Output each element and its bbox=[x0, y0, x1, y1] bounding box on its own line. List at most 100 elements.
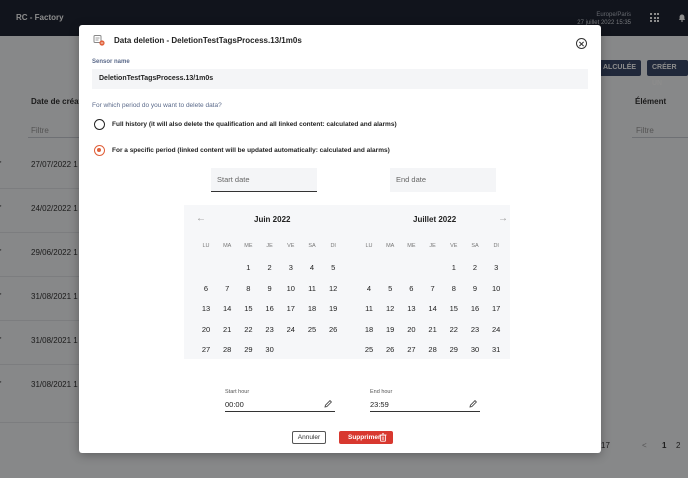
pencil-icon[interactable] bbox=[468, 399, 478, 409]
date-range-calendar: ← → Juin 2022 Juillet 2022 LU MA ME JE VE SA D… bbox=[184, 205, 510, 359]
weekday-label: MA bbox=[386, 243, 395, 249]
calendar-day[interactable]: 8 bbox=[446, 284, 462, 293]
calendar-day[interactable]: 14 bbox=[425, 304, 441, 313]
calendar-day[interactable]: 28 bbox=[425, 345, 441, 354]
end-hour-label: End hour bbox=[370, 389, 393, 395]
calendar-day[interactable]: 21 bbox=[219, 325, 235, 334]
calendar-day[interactable]: 16 bbox=[262, 304, 278, 313]
radio-full-history[interactable] bbox=[94, 119, 105, 130]
calendar-day[interactable]: 12 bbox=[382, 304, 398, 313]
calendar-day[interactable]: 9 bbox=[262, 284, 278, 293]
calendar-day[interactable]: 10 bbox=[283, 284, 299, 293]
calendar-day[interactable]: 22 bbox=[446, 325, 462, 334]
weekday-label: ME bbox=[244, 243, 253, 249]
calendar-day[interactable]: 1 bbox=[446, 263, 462, 272]
calendar-day[interactable]: 11 bbox=[304, 284, 320, 293]
calendar-day[interactable]: 5 bbox=[325, 263, 341, 272]
calendar-day[interactable]: 2 bbox=[467, 263, 483, 272]
calendar-day[interactable]: 13 bbox=[403, 304, 419, 313]
calendar-day[interactable]: 5 bbox=[382, 284, 398, 293]
weekday-label: MA bbox=[223, 243, 232, 249]
weekday-label: DI bbox=[493, 243, 499, 249]
calendar-day[interactable]: 7 bbox=[425, 284, 441, 293]
prev-month-arrow-icon[interactable]: ← bbox=[196, 213, 206, 224]
weekday-label: JE bbox=[266, 243, 273, 249]
calendar-day[interactable]: 21 bbox=[425, 325, 441, 334]
calendar-day[interactable]: 12 bbox=[325, 284, 341, 293]
calendar-day[interactable]: 15 bbox=[240, 304, 256, 313]
calendar-day[interactable]: 4 bbox=[304, 263, 320, 272]
calendar-day[interactable]: 28 bbox=[219, 345, 235, 354]
calendar-day[interactable]: 3 bbox=[283, 263, 299, 272]
calendar-day[interactable]: 25 bbox=[361, 345, 377, 354]
end-hour-field[interactable]: 23:59 bbox=[370, 398, 480, 412]
calendar-day[interactable]: 16 bbox=[467, 304, 483, 313]
data-deletion-dialog: Data deletion - DeletionTestTagsProcess.… bbox=[79, 25, 601, 453]
weekday-label: LU bbox=[202, 243, 210, 249]
calendar-day[interactable]: 26 bbox=[325, 325, 341, 334]
sensor-name-label: Sensor name bbox=[92, 59, 130, 65]
calendar-day[interactable]: 15 bbox=[446, 304, 462, 313]
calendar-day[interactable]: 17 bbox=[283, 304, 299, 313]
calendar-day[interactable]: 23 bbox=[262, 325, 278, 334]
calendar-day[interactable]: 10 bbox=[488, 284, 504, 293]
radio-specific-period-label[interactable]: For a specific period (linked content wi… bbox=[112, 147, 390, 154]
radio-full-history-label[interactable]: Full history (it will also delete the qu… bbox=[112, 121, 397, 128]
weekday-label: SA bbox=[308, 243, 316, 249]
calendar-day[interactable]: 24 bbox=[283, 325, 299, 334]
end-date-input[interactable]: End date bbox=[390, 168, 496, 192]
calendar-day[interactable]: 4 bbox=[361, 284, 377, 293]
delete-button-label: Supprimer bbox=[348, 434, 381, 441]
start-hour-value[interactable]: 00:00 bbox=[225, 400, 244, 409]
calendar-day[interactable]: 14 bbox=[219, 304, 235, 313]
calendar-day[interactable]: 3 bbox=[488, 263, 504, 272]
close-icon[interactable] bbox=[576, 38, 587, 49]
start-date-input[interactable]: Start date bbox=[211, 168, 317, 192]
calendar-day[interactable]: 9 bbox=[467, 284, 483, 293]
calendar-day[interactable]: 8 bbox=[240, 284, 256, 293]
sensor-delete-icon bbox=[93, 35, 105, 46]
calendar-day[interactable]: 26 bbox=[382, 345, 398, 354]
calendar-day[interactable]: 30 bbox=[467, 345, 483, 354]
period-question: For which period do you want to delete d… bbox=[92, 102, 222, 109]
start-hour-label: Start hour bbox=[225, 389, 250, 395]
start-hour-field[interactable]: 00:00 bbox=[225, 398, 335, 412]
calendar-day[interactable]: 2 bbox=[262, 263, 278, 272]
dialog-title: Data deletion - DeletionTestTagsProcess.… bbox=[114, 36, 302, 45]
calendar-day[interactable]: 27 bbox=[198, 345, 214, 354]
calendar-day[interactable]: 11 bbox=[361, 304, 377, 313]
calendar-day[interactable]: 29 bbox=[446, 345, 462, 354]
pencil-icon[interactable] bbox=[323, 399, 333, 409]
calendar-day[interactable]: 19 bbox=[382, 325, 398, 334]
weekday-label: VE bbox=[450, 243, 458, 249]
calendar-day[interactable]: 18 bbox=[304, 304, 320, 313]
calendar-day[interactable]: 20 bbox=[198, 325, 214, 334]
calendar-day[interactable]: 18 bbox=[361, 325, 377, 334]
calendar-day[interactable]: 22 bbox=[240, 325, 256, 334]
calendar-day[interactable]: 30 bbox=[262, 345, 278, 354]
weekday-label: JE bbox=[429, 243, 436, 249]
next-month-arrow-icon[interactable]: → bbox=[498, 213, 508, 224]
calendar-day[interactable]: 25 bbox=[304, 325, 320, 334]
month-title-july: Juillet 2022 bbox=[413, 215, 457, 224]
calendar-day[interactable]: 13 bbox=[198, 304, 214, 313]
weekday-label: SA bbox=[471, 243, 479, 249]
calendar-day[interactable]: 7 bbox=[219, 284, 235, 293]
calendar-day[interactable]: 27 bbox=[403, 345, 419, 354]
weekday-label: LU bbox=[365, 243, 373, 249]
calendar-day[interactable]: 31 bbox=[488, 345, 504, 354]
calendar-day[interactable]: 29 bbox=[240, 345, 256, 354]
calendar-day[interactable]: 17 bbox=[488, 304, 504, 313]
weekday-label: ME bbox=[407, 243, 416, 249]
calendar-day[interactable]: 6 bbox=[198, 284, 214, 293]
cancel-button[interactable]: Annuler bbox=[292, 431, 326, 444]
calendar-day[interactable]: 20 bbox=[403, 325, 419, 334]
calendar-day[interactable]: 23 bbox=[467, 325, 483, 334]
end-hour-value[interactable]: 23:59 bbox=[370, 400, 389, 409]
calendar-day[interactable]: 1 bbox=[240, 263, 256, 272]
delete-button[interactable]: Supprimer bbox=[339, 431, 393, 444]
calendar-day[interactable]: 6 bbox=[403, 284, 419, 293]
calendar-day[interactable]: 19 bbox=[325, 304, 341, 313]
radio-specific-period[interactable] bbox=[94, 145, 105, 156]
calendar-day[interactable]: 24 bbox=[488, 325, 504, 334]
